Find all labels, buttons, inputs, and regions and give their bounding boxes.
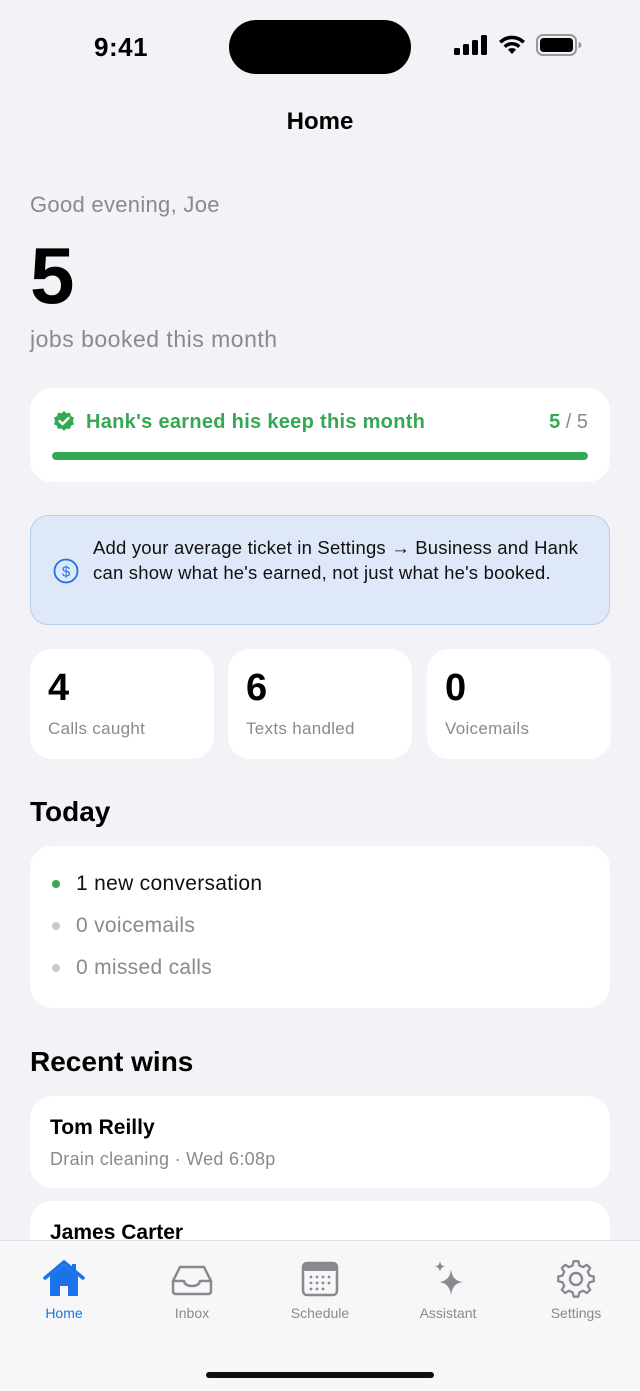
today-item-conversations: 1 new conversation — [52, 872, 262, 896]
jobs-label: jobs booked this month — [30, 326, 278, 352]
inbox-icon — [171, 1265, 213, 1296]
today-card[interactable]: 1 new conversation 0 voicemails 0 missed… — [30, 846, 610, 1008]
keep-progress-fill — [52, 452, 588, 460]
today-item-text: 0 missed calls — [76, 956, 213, 979]
recent-win-item[interactable]: James Carter — [30, 1201, 610, 1240]
recent-win-item[interactable]: Tom Reilly Drain cleaning · Wed 6:08p — [30, 1096, 610, 1188]
today-item-missed-calls: 0 missed calls — [52, 956, 212, 980]
tab-home[interactable]: Home — [14, 1259, 114, 1321]
earned-keep-card: Hank's earned his keep this month 5 / 5 — [30, 388, 610, 482]
today-item-voicemails: 0 voicemails — [52, 914, 195, 938]
sparkle-icon — [435, 1261, 463, 1296]
status-dot-inactive — [52, 964, 60, 972]
stat-value: 6 — [246, 667, 268, 709]
gear-icon — [557, 1260, 595, 1298]
calendar-icon — [301, 1261, 339, 1297]
stat-label: Voicemails — [445, 719, 530, 738]
today-item-text: 0 voicemails — [76, 914, 196, 937]
earned-keep-count: 5 / 5 — [549, 411, 588, 434]
home-indicator[interactable] — [206, 1372, 434, 1378]
average-ticket-tip-text: Add your average ticket in Settings → Bu… — [93, 537, 579, 583]
keep-current: 5 — [549, 410, 561, 433]
tab-label: Assistant — [419, 1305, 477, 1321]
win-customer-name: James Carter — [50, 1221, 184, 1240]
tab-settings[interactable]: Settings — [526, 1259, 626, 1321]
status-dot-inactive — [52, 922, 60, 930]
tab-bar: Home Inbox Schedule Assistant Settings — [0, 1240, 640, 1391]
tab-label: Schedule — [290, 1305, 350, 1321]
recent-wins-heading: Recent wins — [30, 1046, 194, 1077]
tab-label: Home — [45, 1305, 83, 1321]
keep-target: 5 — [576, 410, 588, 433]
dollar-circle-icon: $ — [53, 558, 79, 584]
win-job-detail: Drain cleaning · Wed 6:08p — [50, 1149, 276, 1169]
tab-schedule[interactable]: Schedule — [270, 1259, 370, 1321]
stat-value: 4 — [48, 667, 70, 709]
home-icon — [43, 1260, 85, 1296]
stat-texts-handled[interactable]: 6 Texts handled — [228, 649, 412, 759]
keep-progress-bar — [52, 452, 588, 460]
today-item-text: 1 new conversation — [76, 872, 263, 895]
stat-voicemails[interactable]: 0 Voicemails — [427, 649, 611, 759]
tab-inbox[interactable]: Inbox — [142, 1259, 242, 1321]
home-scroll-content[interactable]: Good evening, Joe 5 jobs booked this mon… — [0, 0, 640, 1240]
keep-separator: / — [560, 410, 577, 433]
greeting-text: Good evening, Joe — [30, 192, 220, 217]
stat-value: 0 — [445, 667, 467, 709]
tab-label: Settings — [550, 1305, 602, 1321]
jobs-count: 5 — [30, 231, 75, 320]
today-heading: Today — [30, 796, 111, 827]
average-ticket-tip[interactable]: $ Add your average ticket in Settings → … — [30, 515, 610, 625]
svg-text:$: $ — [62, 564, 71, 581]
tab-assistant[interactable]: Assistant — [398, 1259, 498, 1321]
stat-label: Calls caught — [48, 719, 146, 738]
verified-badge-icon — [54, 411, 74, 431]
tab-label: Inbox — [174, 1305, 210, 1321]
win-customer-name: Tom Reilly — [50, 1116, 155, 1139]
earned-keep-label: Hank's earned his keep this month — [86, 410, 426, 433]
status-dot-active — [52, 880, 60, 888]
stat-calls-caught[interactable]: 4 Calls caught — [30, 649, 214, 759]
stat-label: Texts handled — [246, 719, 355, 738]
